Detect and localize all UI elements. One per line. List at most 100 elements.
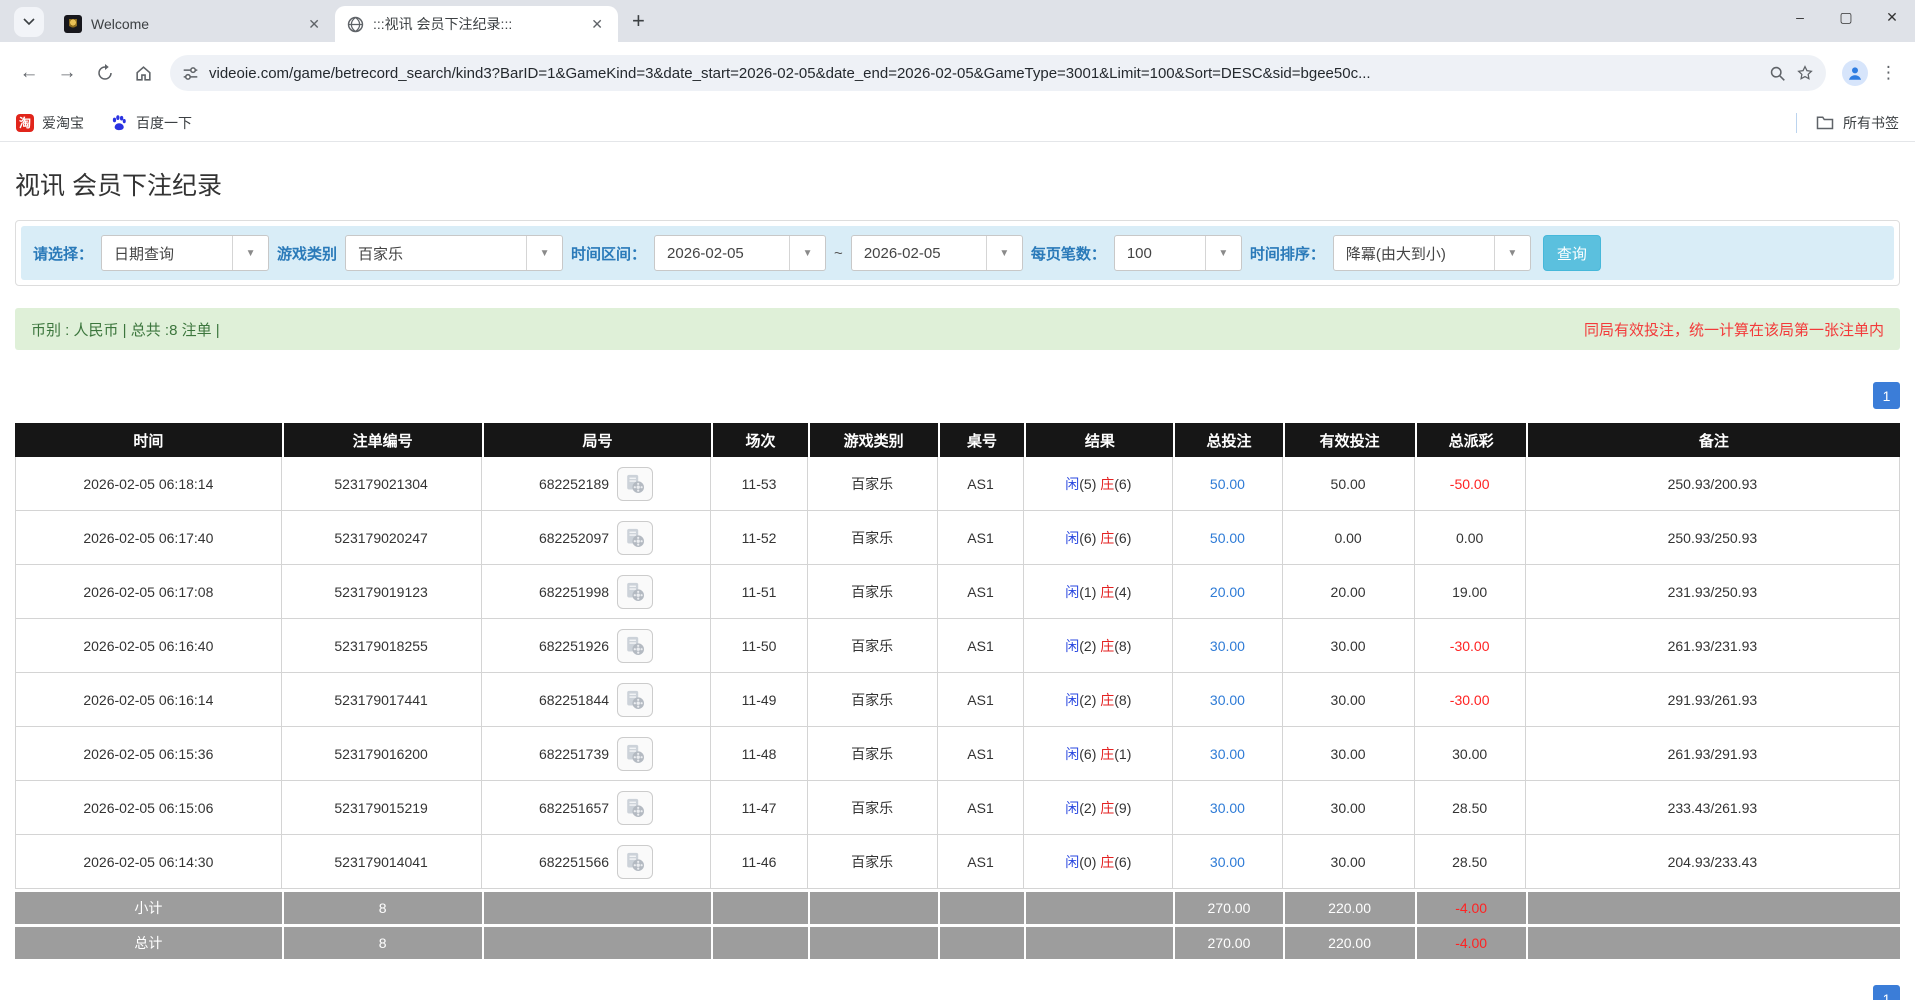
per-page-select[interactable]: 100 ▼ <box>1114 235 1242 271</box>
game-kind-select[interactable]: 百家乐 ▼ <box>345 235 563 271</box>
total-bet-link[interactable]: 30.00 <box>1210 800 1245 816</box>
round-id-group: 682251657 <box>482 791 711 825</box>
cell-payout: 19.00 <box>1415 565 1526 619</box>
table-row: 2026-02-05 06:17:08523179019123682251998… <box>15 565 1900 619</box>
bookmark-star-icon[interactable] <box>1796 64 1814 82</box>
result-player-label: 闲 <box>1065 584 1079 600</box>
subtotal-row-cell <box>808 889 938 924</box>
total-row-cell <box>938 924 1025 959</box>
cell-session: 11-52 <box>711 511 807 565</box>
total-bet-link[interactable]: 30.00 <box>1210 692 1245 708</box>
minimize-button[interactable]: – <box>1777 9 1823 25</box>
total-bet-link[interactable]: 30.00 <box>1210 638 1245 654</box>
page-number-button[interactable]: 1 <box>1873 382 1900 409</box>
video-replay-button[interactable] <box>617 791 653 825</box>
cell-table-no: AS1 <box>938 619 1025 673</box>
new-tab-button[interactable]: + <box>632 8 645 34</box>
cell-payout: 28.50 <box>1415 835 1526 889</box>
cell-table-no: AS1 <box>938 511 1025 565</box>
globe-icon <box>347 16 364 33</box>
table-row: 2026-02-05 06:16:40523179018255682251926… <box>15 619 1900 673</box>
video-replay-button[interactable] <box>617 683 653 717</box>
cell-session: 11-46 <box>711 835 807 889</box>
query-type-select[interactable]: 日期查询 ▼ <box>101 235 269 271</box>
cell-session: 11-47 <box>711 781 807 835</box>
cell-total-bet: 30.00 <box>1173 619 1282 673</box>
result-player-label: 闲 <box>1065 638 1079 654</box>
video-replay-button[interactable] <box>617 629 653 663</box>
video-replay-button[interactable] <box>617 575 653 609</box>
browser-menu-button[interactable]: ⋮ <box>1880 63 1897 83</box>
profile-avatar[interactable] <box>1842 60 1868 86</box>
maximize-button[interactable]: ▢ <box>1823 9 1869 26</box>
chevron-down-icon: ▼ <box>526 236 562 270</box>
video-replay-button[interactable] <box>617 845 653 879</box>
cell-game-kind: 百家乐 <box>808 457 938 511</box>
tab-search-button[interactable] <box>14 7 44 37</box>
close-button[interactable]: ✕ <box>1869 9 1915 26</box>
url-text[interactable]: videoie.com/game/betrecord_search/kind3?… <box>209 65 1759 82</box>
cell-time: 2026-02-05 06:16:14 <box>15 673 282 727</box>
round-id-group: 682251566 <box>482 845 711 879</box>
tab-close-icon[interactable]: ✕ <box>303 14 325 35</box>
video-replay-button[interactable] <box>617 467 653 501</box>
subtotal-row-cell: 小计 <box>15 889 282 924</box>
round-id-group: 682252097 <box>482 521 711 555</box>
tab-bet-records[interactable]: :::视讯 会员下注纪录::: ✕ <box>335 6 618 42</box>
cell-table-no: AS1 <box>938 727 1025 781</box>
cell-valid-bet: 30.00 <box>1283 727 1415 781</box>
result-player-label: 闲 <box>1065 692 1079 708</box>
total-bet-link[interactable]: 30.00 <box>1210 854 1245 870</box>
table-header-row: 时间注单编号局号场次游戏类别桌号结果总投注有效投注总派彩备注 <box>15 423 1900 457</box>
search-button[interactable]: 查询 <box>1543 235 1601 271</box>
total-bet-link[interactable]: 50.00 <box>1210 476 1245 492</box>
tab-title: :::视讯 会员下注纪录::: <box>373 14 577 34</box>
bookmark-baidu[interactable]: 百度一下 <box>110 113 192 133</box>
cell-total-bet: 20.00 <box>1173 565 1282 619</box>
date-end-select[interactable]: 2026-02-05 ▼ <box>851 235 1023 271</box>
cell-round-id: 682251926 <box>482 619 712 673</box>
date-range-label: 时间区间： <box>571 243 646 264</box>
total-row-cell <box>482 924 712 959</box>
page-number-button[interactable]: 1 <box>1873 985 1900 1000</box>
result-banker-label: 庄 <box>1100 800 1114 816</box>
cell-remark: 250.93/250.93 <box>1526 511 1900 565</box>
cell-game-kind: 百家乐 <box>808 619 938 673</box>
cell-total-bet: 30.00 <box>1173 727 1282 781</box>
total-bet-link[interactable]: 50.00 <box>1210 530 1245 546</box>
cell-total-bet: 50.00 <box>1173 511 1282 565</box>
forward-button[interactable]: → <box>50 56 84 90</box>
cell-result: 闲(2) 庄(9) <box>1024 781 1173 835</box>
result-banker-label: 庄 <box>1100 476 1114 492</box>
bookmark-label: 百度一下 <box>136 113 192 133</box>
result-banker-count: (9) <box>1114 800 1131 816</box>
date-start-select[interactable]: 2026-02-05 ▼ <box>654 235 826 271</box>
reload-button[interactable] <box>88 56 122 90</box>
cell-time: 2026-02-05 06:17:08 <box>15 565 282 619</box>
site-settings-icon[interactable] <box>182 65 199 82</box>
cell-table-no: AS1 <box>938 565 1025 619</box>
video-replay-button[interactable] <box>617 521 653 555</box>
cell-time: 2026-02-05 06:14:30 <box>15 835 282 889</box>
result-banker-count: (6) <box>1114 854 1131 870</box>
total-bet-link[interactable]: 30.00 <box>1210 746 1245 762</box>
tab-close-icon[interactable]: ✕ <box>586 14 608 35</box>
address-bar[interactable]: videoie.com/game/betrecord_search/kind3?… <box>170 55 1826 91</box>
baidu-paw-icon <box>110 114 128 132</box>
bookmark-taobao[interactable]: 淘 爱淘宝 <box>16 113 84 133</box>
pagination-top: 1 <box>15 382 1900 409</box>
sort-select[interactable]: 降冪(由大到小) ▼ <box>1333 235 1531 271</box>
result-player-label: 闲 <box>1065 476 1079 492</box>
round-id-group: 682252189 <box>482 467 711 501</box>
chevron-down-icon: ▼ <box>986 236 1022 270</box>
video-file-icon <box>624 797 646 819</box>
total-bet-link[interactable]: 20.00 <box>1210 584 1245 600</box>
zoom-indicator-icon[interactable] <box>1769 65 1786 82</box>
home-button[interactable] <box>126 56 160 90</box>
back-button[interactable]: ← <box>12 56 46 90</box>
tab-welcome[interactable]: Welcome ✕ <box>52 6 335 42</box>
cell-round-id: 682251739 <box>482 727 712 781</box>
subtotal-row-cell <box>711 889 807 924</box>
all-bookmarks[interactable]: 所有书签 <box>1796 113 1899 133</box>
video-replay-button[interactable] <box>617 737 653 771</box>
